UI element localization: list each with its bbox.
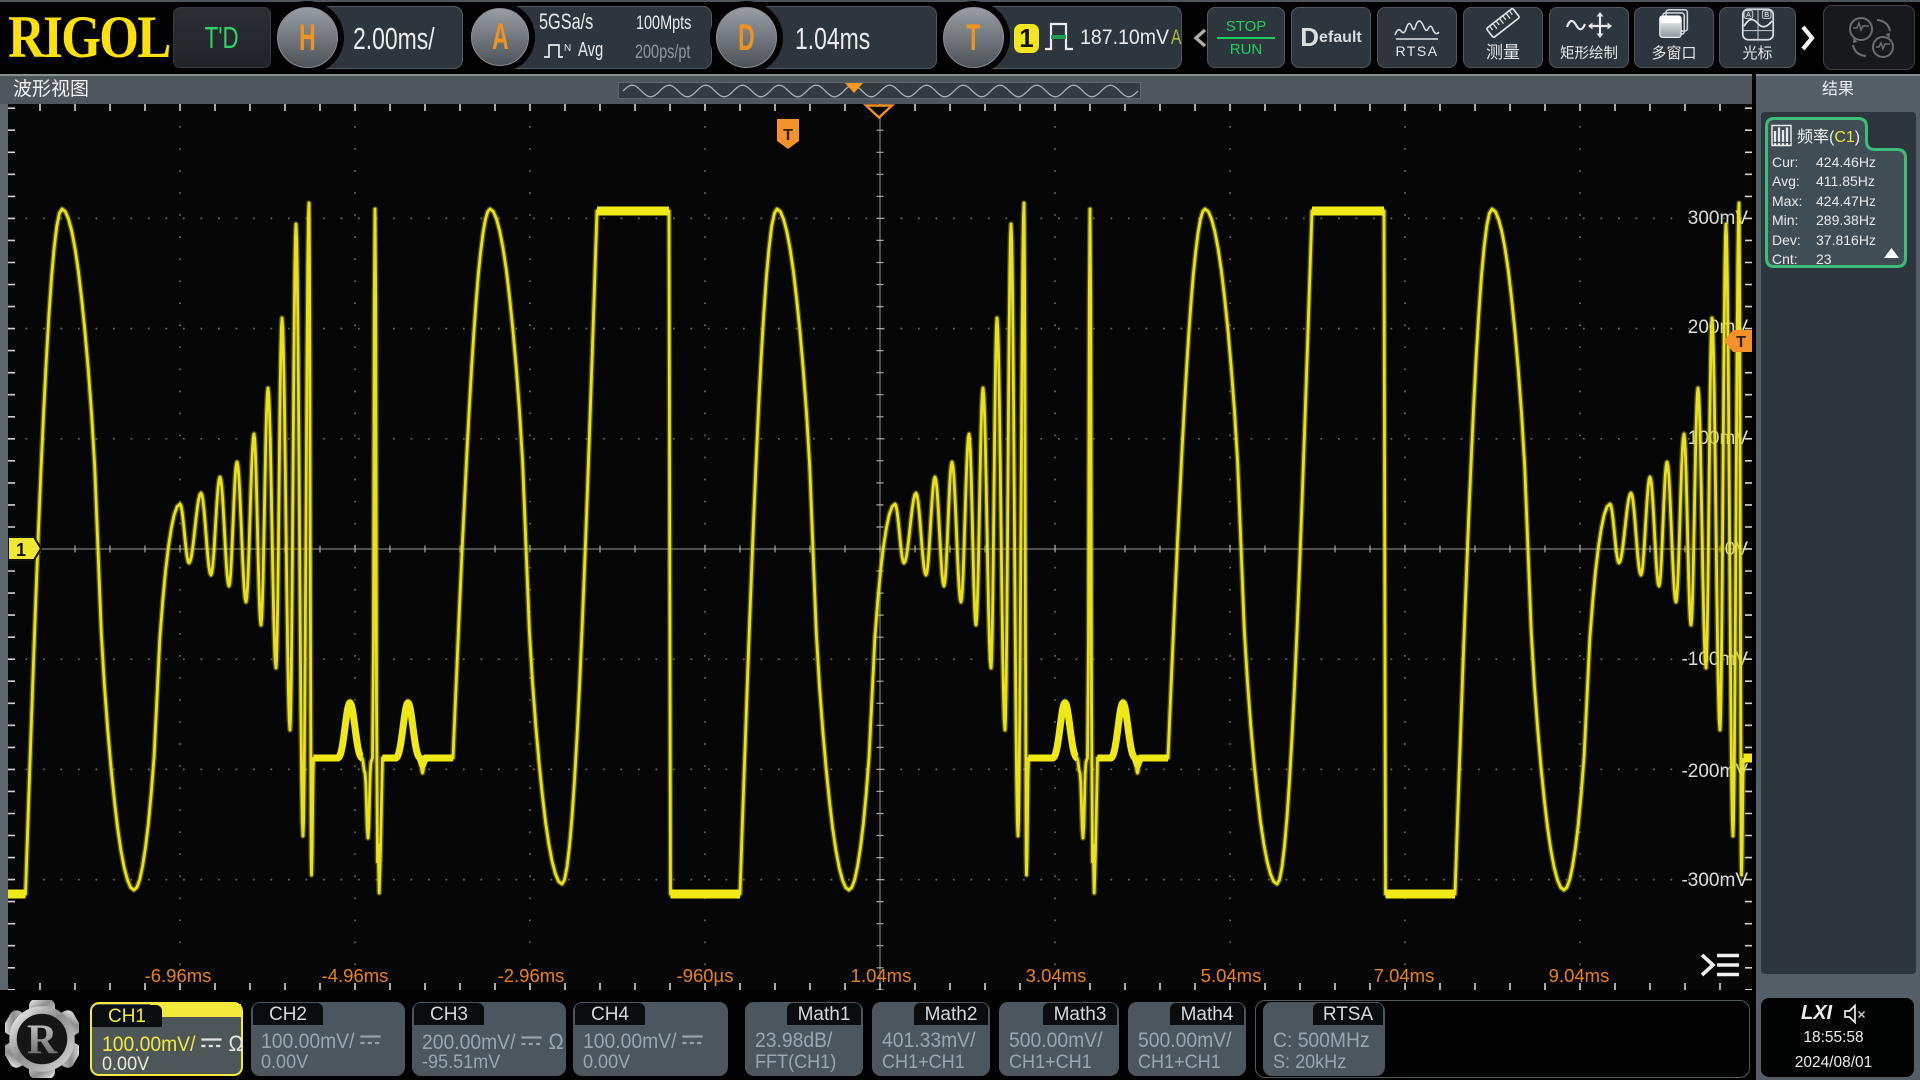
svg-text:1: 1 [16,540,26,560]
svg-text:-4.96ms: -4.96ms [322,965,389,986]
svg-text:B: B [1764,10,1769,19]
svg-text:5.04ms: 5.04ms [1201,965,1262,986]
svg-text:N: N [564,43,571,54]
svg-text:A: A [1745,10,1750,19]
svg-text:-300mV: -300mV [1681,870,1748,891]
svg-text:R: R [27,1018,58,1064]
svg-text:-960µs: -960µs [677,965,734,986]
svg-text:3.04ms: 3.04ms [1026,965,1087,986]
svg-text:频率(C1): 频率(C1) [1797,128,1860,146]
svg-text:7.04ms: 7.04ms [1374,965,1435,986]
svg-text:1.04ms: 1.04ms [851,965,912,986]
svg-text:9.04ms: 9.04ms [1549,965,1610,986]
svg-text:T: T [783,127,793,144]
svg-text:T: T [1736,334,1746,351]
svg-text:-6.96ms: -6.96ms [145,965,212,986]
svg-text:-2.96ms: -2.96ms [498,965,565,986]
